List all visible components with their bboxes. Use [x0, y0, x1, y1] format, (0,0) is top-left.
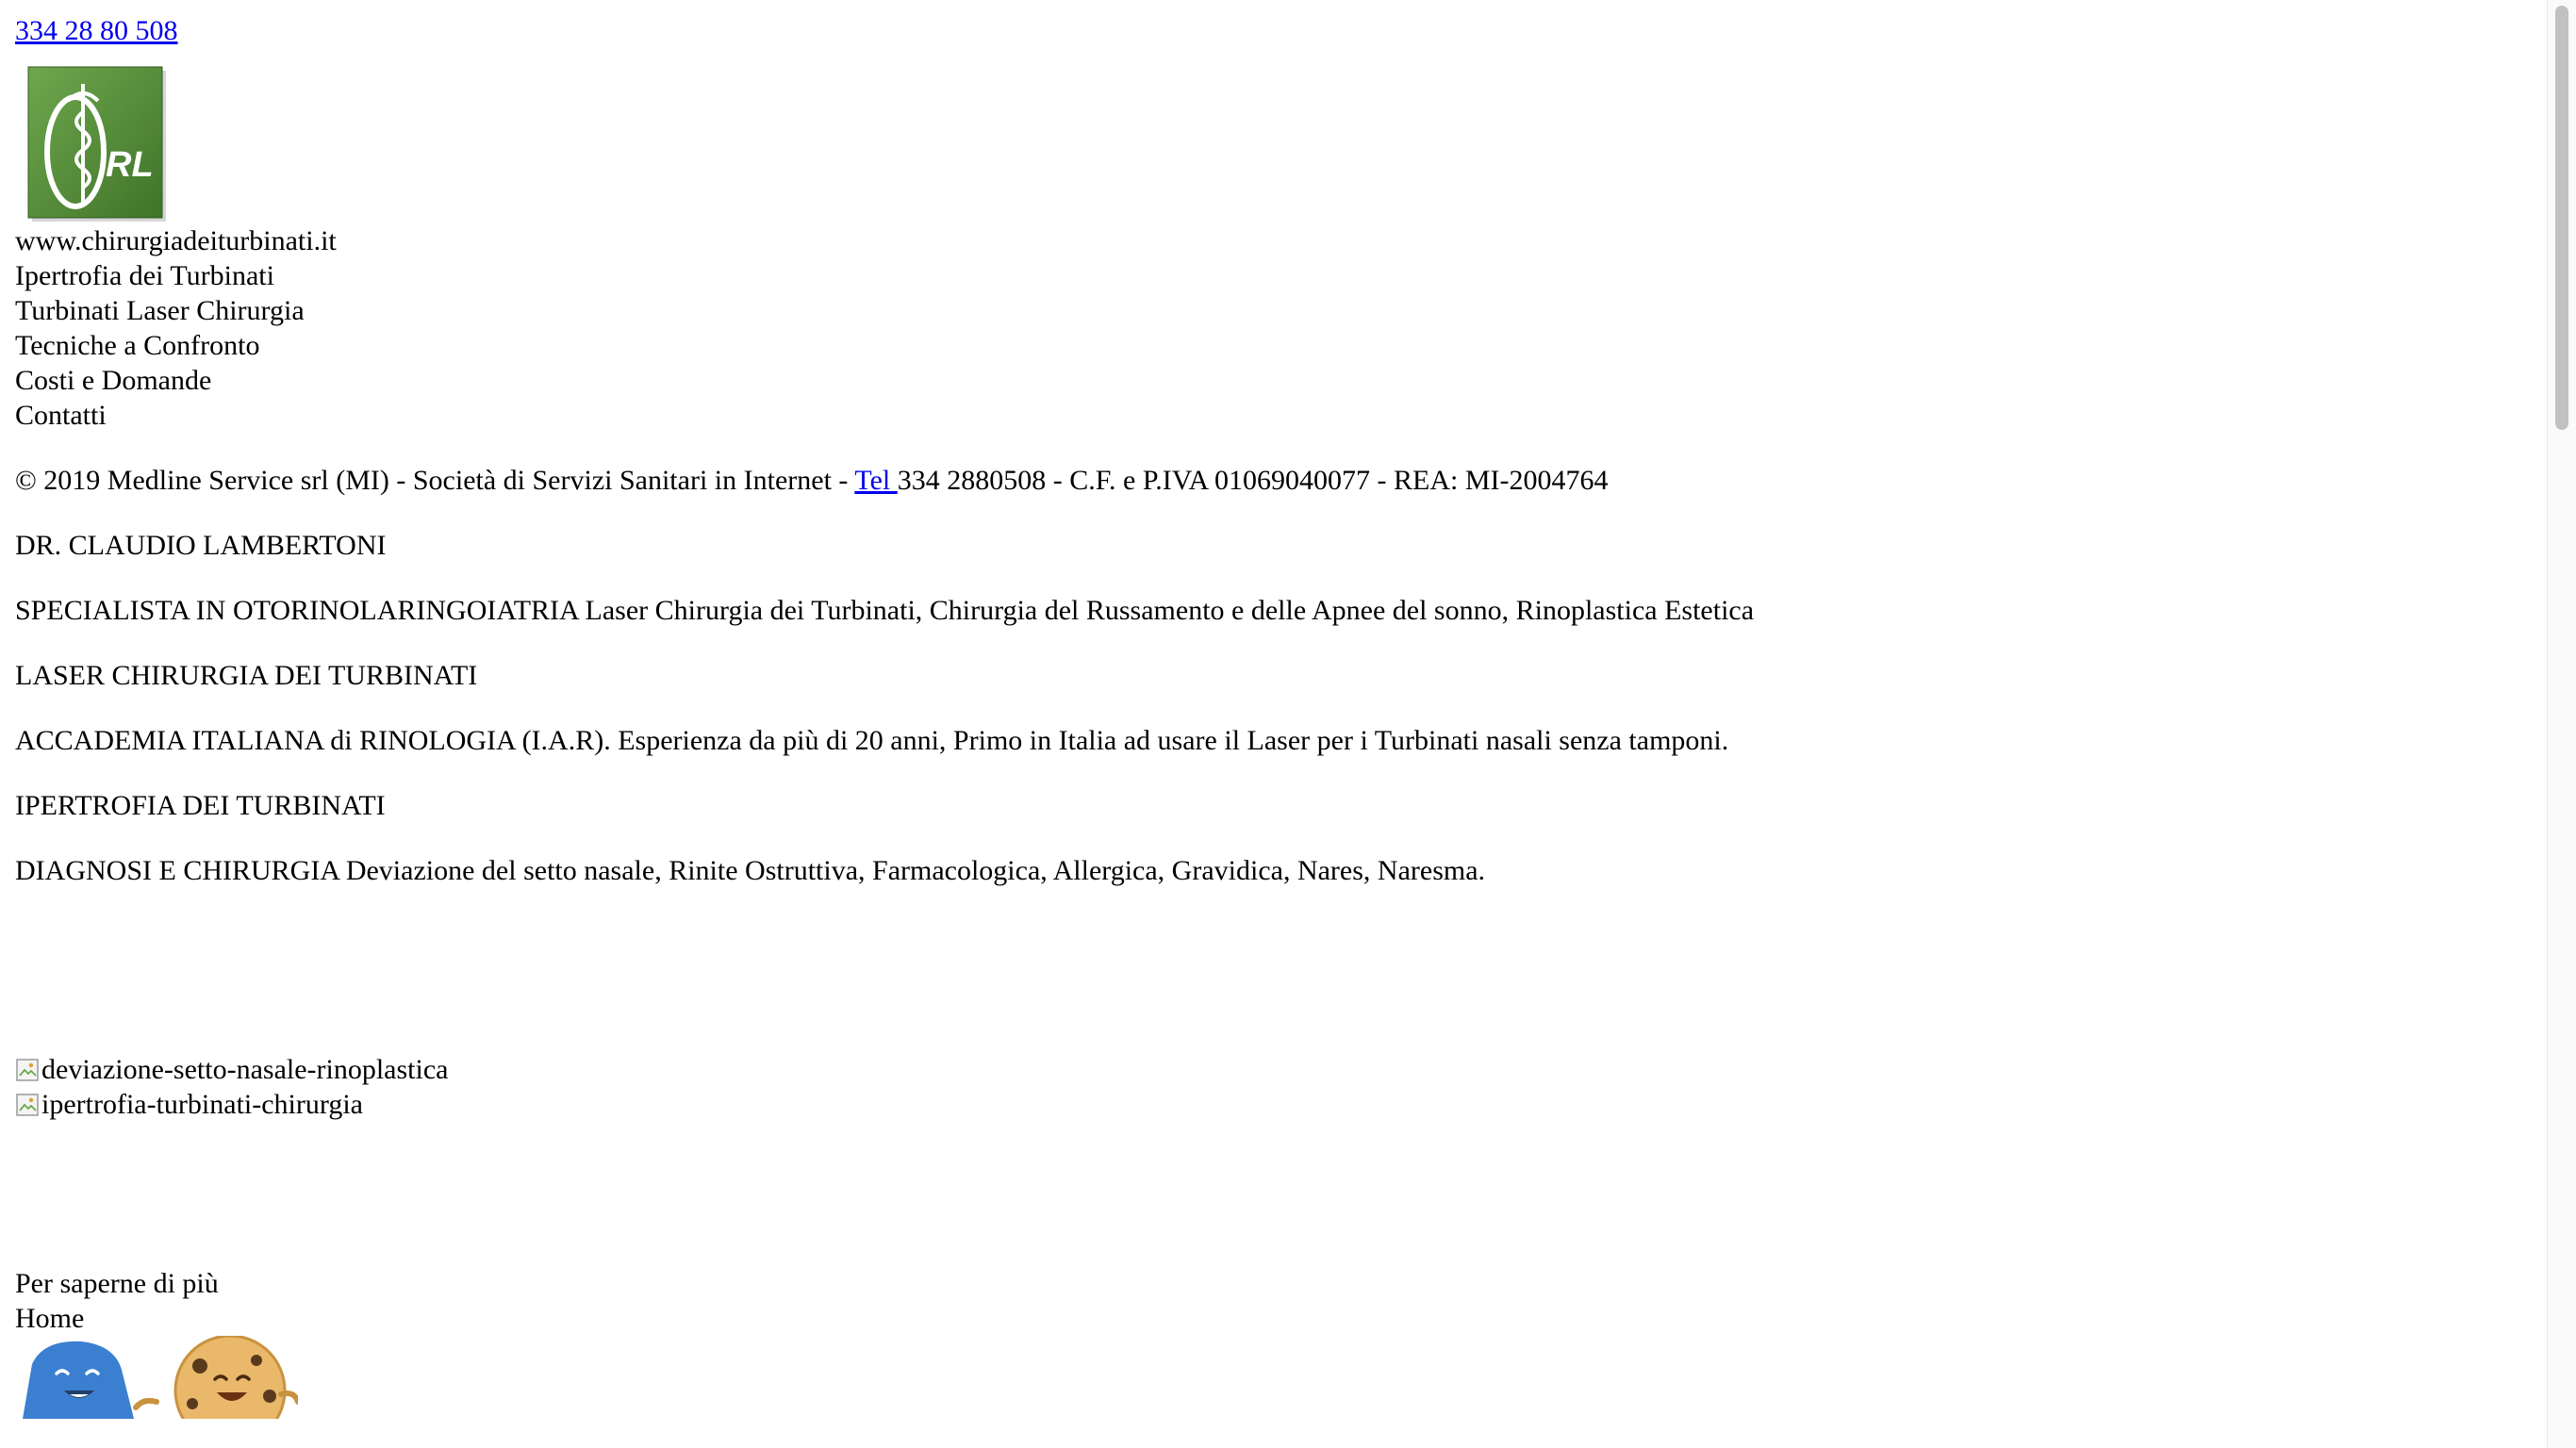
menu-item-costi[interactable]: Costi e Domande — [15, 363, 2523, 398]
diagnosis-description: DIAGNOSI E CHIRURGIA Deviazione del sett… — [15, 855, 1486, 886]
broken-image-turbinati: ipertrofia-turbinati-chirurgia — [15, 1087, 2523, 1122]
broken-image-setto: deviazione-setto-nasale-rinoplastica — [15, 1052, 2523, 1087]
copyright-line: © 2019 Medline Service srl (MI) - Societ… — [15, 463, 2523, 498]
bottom-links: Per saperne di più Home — [15, 1266, 2523, 1336]
broken-image-icon — [15, 1092, 41, 1118]
site-domain: www.chirurgiadeiturbinati.it — [15, 225, 337, 256]
tel-link[interactable]: Tel — [854, 465, 897, 496]
image-gallery: deviazione-setto-nasale-rinoplastica ipe… — [15, 1052, 2523, 1122]
image-alt-turbinati: ipertrofia-turbinati-chirurgia — [41, 1089, 363, 1120]
specialist-description: SPECIALISTA IN OTORINOLARINGOIATRIA Lase… — [15, 595, 1755, 626]
image-alt-setto: deviazione-setto-nasale-rinoplastica — [41, 1054, 449, 1085]
menu-item-tecniche[interactable]: Tecniche a Confronto — [15, 328, 2523, 363]
menu-item-ipertrofia[interactable]: Ipertrofia dei Turbinati — [15, 258, 2523, 293]
academy-description: ACCADEMIA ITALIANA di RINOLOGIA (I.A.R).… — [15, 725, 1729, 756]
vertical-scrollbar[interactable] — [2547, 0, 2576, 1448]
broken-image-icon — [15, 1057, 41, 1083]
home-link[interactable]: Home — [15, 1301, 2523, 1336]
menu-item-contatti[interactable]: Contatti — [15, 398, 2523, 433]
scrollbar-thumb[interactable] — [2555, 6, 2568, 430]
doctor-name: DR. CLAUDIO LAMBERTONI — [15, 530, 387, 561]
cookie-mascots-icon[interactable] — [15, 1336, 298, 1419]
copyright-text: © 2019 Medline Service srl (MI) - Societ… — [15, 465, 855, 496]
more-info-link[interactable]: Per saperne di più — [15, 1266, 2523, 1301]
logo-text: RL — [106, 145, 154, 185]
page-content: 334 28 80 508 RL www.chirurgiadeiturbina… — [15, 13, 2523, 1419]
phone-link[interactable]: 334 28 80 508 — [15, 15, 178, 46]
orl-logo: RL — [27, 66, 166, 222]
menu-item-turbinati-laser[interactable]: Turbinati Laser Chirurgia — [15, 293, 2523, 328]
laser-title: LASER CHIRURGIA DEI TURBINATI — [15, 660, 478, 691]
company-details: 334 2880508 - C.F. e P.IVA 01069040077 -… — [897, 465, 1609, 496]
hypertrophy-title: IPERTROFIA DEI TURBINATI — [15, 790, 386, 821]
